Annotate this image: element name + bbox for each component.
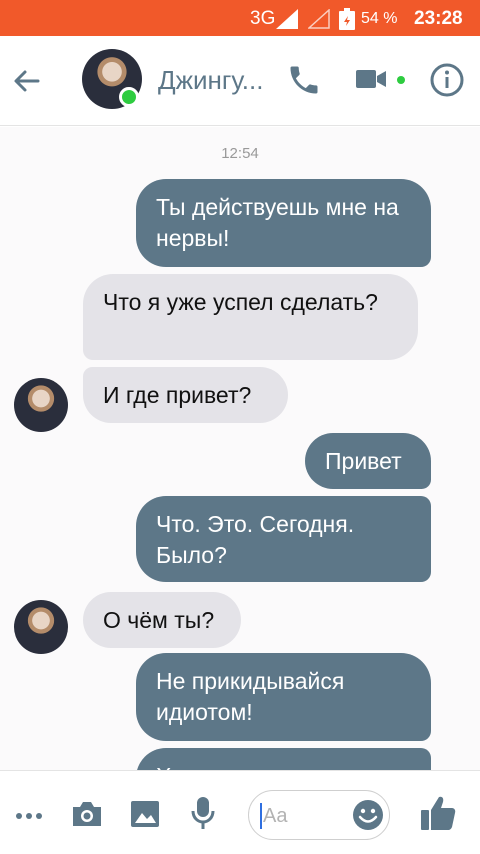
message-bubble-outgoing[interactable]: Ты действуешь мне на нервы!: [136, 179, 431, 267]
message-bubble-outgoing[interactable]: Не прикидывайся идиотом!: [136, 653, 431, 741]
signal-empty-icon: [308, 9, 330, 29]
battery-percent: 54 %: [361, 10, 398, 27]
conversation-header: Джингу...: [0, 36, 480, 126]
status-bar: 3G 54 % 23:28: [0, 0, 480, 36]
signal-icon: [276, 9, 298, 29]
contact-name[interactable]: Джингу...: [158, 65, 263, 96]
more-options-icon[interactable]: [14, 801, 44, 831]
network-type: 3G: [250, 8, 276, 29]
message-list[interactable]: 12:54 Ты действуешь мне на нервы! Что я …: [0, 127, 480, 770]
video-available-indicator: [397, 76, 405, 84]
message-bubble-outgoing[interactable]: Хочешь сказать, ничего: [136, 748, 431, 770]
phone-icon[interactable]: [286, 62, 322, 98]
image-gallery-icon[interactable]: [128, 797, 162, 831]
message-bubble-incoming[interactable]: Что я уже успел сделать?: [83, 274, 418, 360]
message-timestamp: 12:54: [221, 145, 259, 162]
sender-avatar[interactable]: [14, 600, 68, 654]
emoji-icon[interactable]: [351, 798, 385, 832]
video-camera-icon[interactable]: [354, 64, 388, 94]
text-cursor: [260, 803, 262, 829]
message-input-placeholder: Aa: [263, 805, 288, 827]
arrow-left-icon[interactable]: [10, 64, 44, 98]
info-icon[interactable]: [429, 62, 465, 98]
message-composer: Aa: [0, 770, 480, 854]
message-bubble-incoming[interactable]: И где привет?: [83, 367, 288, 423]
microphone-icon[interactable]: [188, 795, 218, 831]
sender-avatar[interactable]: [14, 378, 68, 432]
battery-icon: [339, 8, 355, 30]
message-input[interactable]: Aa: [248, 790, 390, 840]
thumbs-up-icon[interactable]: [418, 793, 458, 833]
message-bubble-incoming[interactable]: О чём ты?: [83, 592, 241, 648]
message-bubble-outgoing[interactable]: Что. Это. Сегодня. Было?: [136, 496, 431, 582]
camera-icon[interactable]: [70, 797, 104, 831]
online-status-indicator: [119, 87, 139, 107]
clock: 23:28: [414, 8, 463, 29]
message-bubble-outgoing[interactable]: Привет: [305, 433, 431, 489]
